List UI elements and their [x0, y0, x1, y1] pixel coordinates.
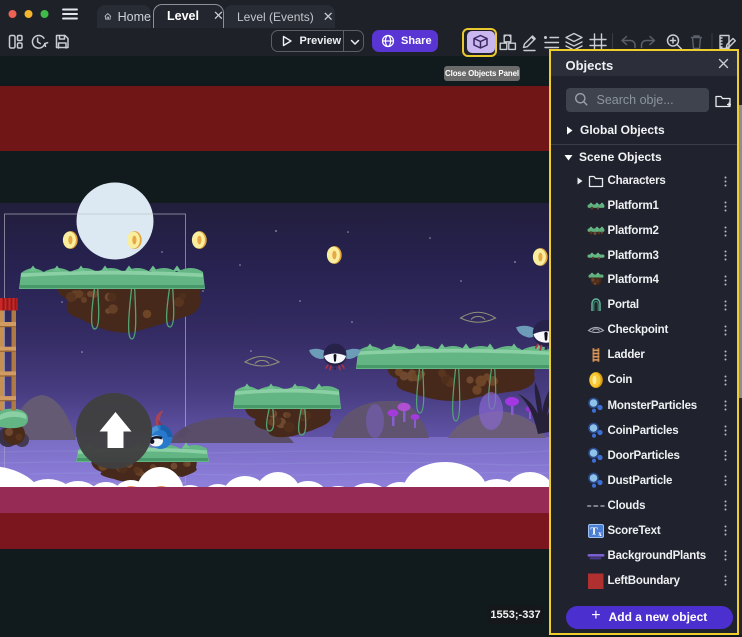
svg-text:T: T: [590, 525, 598, 537]
svg-text:x: x: [598, 530, 602, 538]
